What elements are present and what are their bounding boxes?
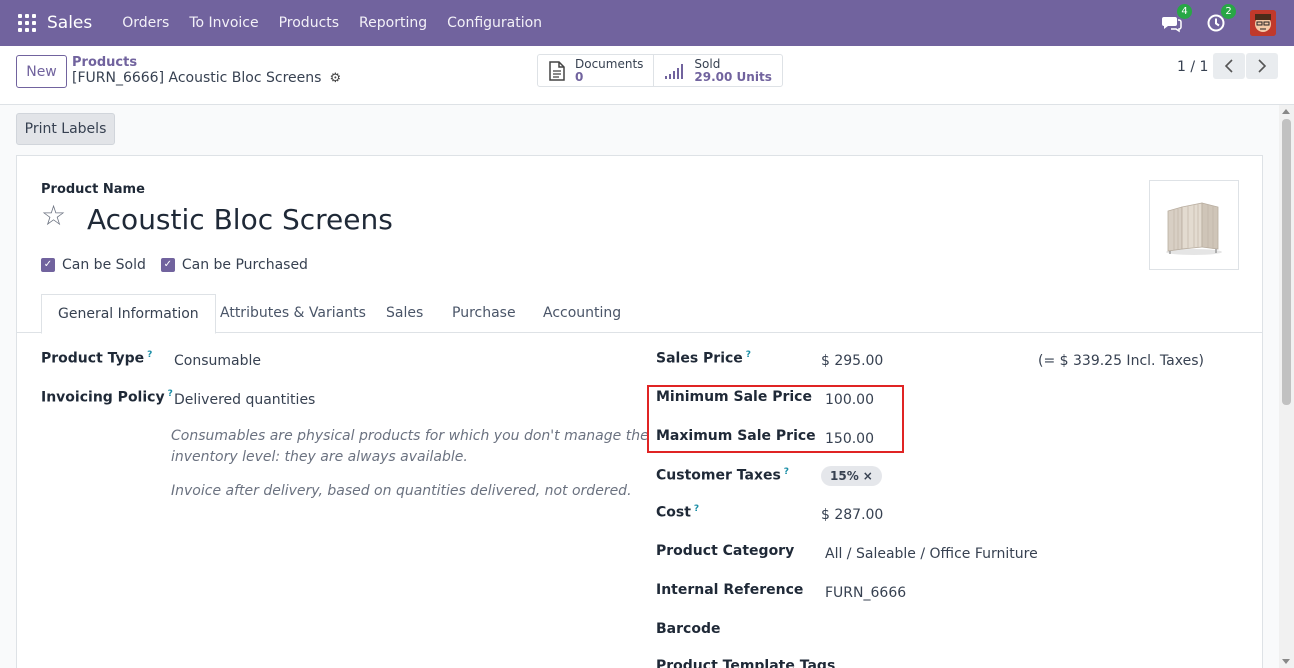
customer-taxes-label: Customer Taxes?	[656, 467, 789, 484]
customer-taxes-label-text: Customer Taxes	[656, 467, 781, 484]
invoicing-policy-label: Invoicing Policy?	[41, 389, 173, 406]
product-name-field[interactable]: Acoustic Bloc Screens	[87, 203, 393, 236]
help-tooltip-icon[interactable]: ?	[168, 389, 173, 399]
product-template-tags-label: Product Template Tags	[656, 658, 836, 668]
gear-icon[interactable]: ⚙	[329, 71, 341, 86]
help-tooltip-icon[interactable]: ?	[784, 467, 789, 477]
form-sheet: Product Name ☆ Acoustic Bloc Screens ✓ C…	[16, 155, 1263, 668]
help-consumable-text: Consumables are physical products for wh…	[171, 426, 649, 468]
menu-reporting[interactable]: Reporting	[349, 15, 437, 31]
breadcrumb-current-label: [FURN_6666] Acoustic Bloc Screens	[72, 70, 322, 86]
help-tooltip-icon[interactable]: ?	[147, 350, 152, 360]
menu-configuration[interactable]: Configuration	[437, 15, 552, 31]
vertical-scrollbar[interactable]	[1279, 105, 1294, 668]
remove-tag-icon[interactable]: ×	[863, 469, 873, 483]
document-icon	[549, 60, 565, 81]
help-consumable-line-2: inventory level: they are always availab…	[171, 449, 468, 465]
invoicing-policy-label-text: Invoicing Policy	[41, 389, 165, 406]
product-category-label: Product Category	[656, 543, 795, 559]
new-button[interactable]: New	[16, 55, 67, 88]
max-sale-price-label: Maximum Sale Price	[656, 428, 816, 444]
activities-clock-icon[interactable]: 2	[1206, 4, 1236, 33]
pager-next-button[interactable]	[1246, 53, 1278, 79]
app-brand[interactable]: Sales	[47, 13, 92, 33]
menu-orders[interactable]: Orders	[112, 15, 179, 31]
bar-chart-icon	[665, 63, 684, 79]
can-be-purchased-label: Can be Purchased	[181, 257, 308, 273]
sales-price-label-text: Sales Price	[656, 350, 743, 367]
breadcrumb-products[interactable]: Products	[72, 55, 137, 70]
scroll-up-arrow-icon[interactable]	[1282, 109, 1290, 114]
incl-taxes-value: (= $ 339.25 Incl. Taxes)	[1038, 353, 1204, 369]
documents-smart-button[interactable]: Documents 0	[538, 55, 653, 86]
activities-badge: 2	[1221, 4, 1236, 19]
scroll-down-arrow-icon[interactable]	[1282, 659, 1290, 664]
pager-value[interactable]: 1 / 1	[1177, 59, 1208, 75]
barcode-label: Barcode	[656, 621, 721, 637]
internal-reference-label: Internal Reference	[656, 582, 804, 598]
menu-products[interactable]: Products	[269, 15, 349, 31]
tab-sales[interactable]: Sales	[370, 294, 439, 333]
min-sale-price-value[interactable]: 100.00	[825, 392, 874, 408]
customer-tax-tag-label: 15%	[830, 469, 859, 483]
customer-tax-tag[interactable]: 15% ×	[821, 466, 882, 486]
product-checkboxes: ✓ Can be Sold ✓ Can be Purchased	[41, 257, 323, 273]
notebook-tabs: General Information Attributes & Variant…	[17, 294, 1262, 334]
messages-icon[interactable]: 4	[1162, 4, 1192, 33]
documents-label: Documents	[575, 56, 644, 71]
cost-label: Cost?	[656, 504, 699, 521]
chevron-left-icon	[1224, 59, 1233, 73]
tab-general-information[interactable]: General Information	[41, 294, 216, 334]
user-avatar[interactable]	[1250, 10, 1276, 36]
sales-price-label: Sales Price?	[656, 350, 751, 367]
sales-price-value[interactable]: $ 295.00	[821, 353, 883, 369]
tab-accounting[interactable]: Accounting	[527, 294, 637, 333]
internal-reference-value[interactable]: FURN_6666	[825, 585, 906, 601]
product-type-label-text: Product Type	[41, 350, 145, 367]
form-content: Print Labels Product Name ☆ Acoustic Blo…	[0, 105, 1279, 668]
max-sale-price-value[interactable]: 150.00	[825, 431, 874, 447]
can-be-sold-label: Can be Sold	[62, 257, 146, 273]
product-name-label: Product Name	[41, 182, 145, 197]
breadcrumb-current: [FURN_6666] Acoustic Bloc Screens ⚙	[72, 70, 341, 86]
help-consumable-line-1: Consumables are physical products for wh…	[171, 428, 649, 444]
tab-purchase[interactable]: Purchase	[436, 294, 532, 333]
apps-menu-icon[interactable]	[18, 14, 36, 32]
chevron-right-icon	[1258, 59, 1267, 73]
tab-attributes-variants[interactable]: Attributes & Variants	[204, 294, 382, 333]
help-tooltip-icon[interactable]: ?	[694, 504, 699, 514]
sold-smart-button[interactable]: Sold 29.00 Units	[653, 55, 781, 86]
cost-label-text: Cost	[656, 504, 691, 521]
can-be-purchased-checkbox[interactable]: ✓	[160, 258, 175, 272]
product-category-value[interactable]: All / Saleable / Office Furniture	[825, 546, 1038, 562]
top-navbar: Sales Orders To Invoice Products Reporti…	[0, 0, 1294, 46]
print-labels-button[interactable]: Print Labels	[16, 113, 115, 145]
product-image[interactable]	[1149, 180, 1239, 270]
product-type-value[interactable]: Consumable	[174, 353, 261, 369]
sold-value: 29.00 Units	[694, 69, 772, 84]
smart-buttons: Documents 0 Sold 29.00 Units	[537, 54, 783, 87]
pager-previous-button[interactable]	[1213, 53, 1245, 79]
cost-value[interactable]: $ 287.00	[821, 507, 883, 523]
sold-label: Sold	[694, 56, 721, 71]
documents-value: 0	[575, 69, 584, 84]
can-be-sold-checkbox[interactable]: ✓	[41, 258, 55, 272]
favorite-star-icon[interactable]: ☆	[41, 202, 66, 230]
help-invoice-text: Invoice after delivery, based on quantit…	[171, 483, 632, 499]
control-panel: New Products [FURN_6666] Acoustic Bloc S…	[0, 46, 1294, 105]
invoicing-policy-value[interactable]: Delivered quantities	[174, 392, 315, 408]
product-type-label: Product Type?	[41, 350, 152, 367]
min-sale-price-label: Minimum Sale Price	[656, 389, 812, 405]
menu-to-invoice[interactable]: To Invoice	[179, 15, 268, 31]
scrollbar-thumb[interactable]	[1282, 119, 1291, 405]
help-tooltip-icon[interactable]: ?	[746, 350, 751, 360]
messages-badge: 4	[1177, 4, 1192, 19]
